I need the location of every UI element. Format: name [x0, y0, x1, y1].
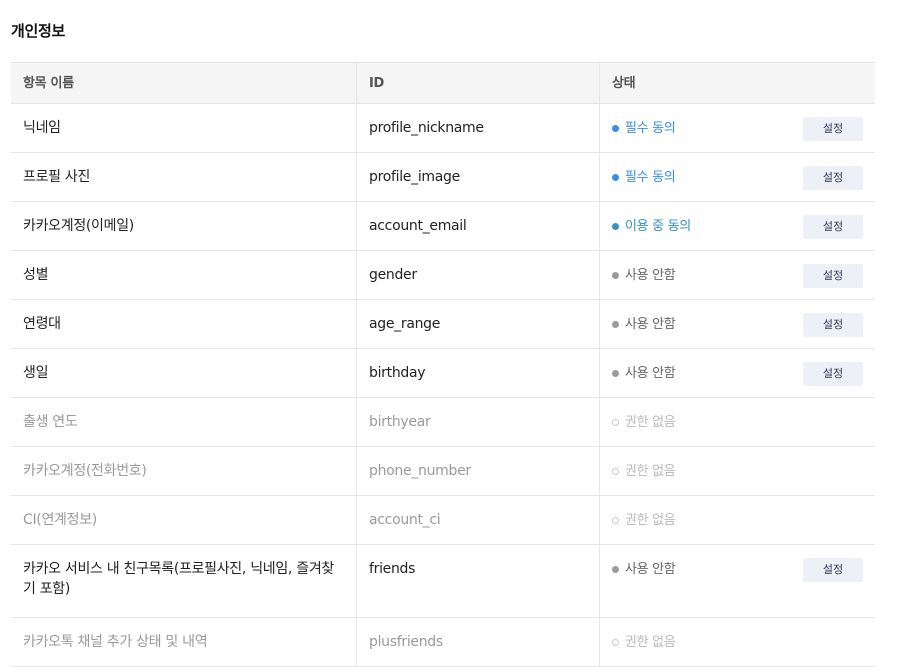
- status-badge: 권한 없음: [612, 462, 676, 482]
- table-row: 카카오계정(전화번호) phone_number 권한 없음: [11, 447, 875, 496]
- table-body: 닉네임 profile_nickname 필수 동의 설정 프로필 사진 profile_…: [11, 104, 875, 667]
- status-dot-icon: [612, 321, 619, 328]
- item-name: 카카오계정(이메일): [11, 202, 357, 250]
- status-dot-icon: [612, 639, 619, 646]
- item-status-cell: 필수 동의 설정: [600, 104, 875, 152]
- item-id: plusfriends: [357, 618, 600, 666]
- item-status-cell: 권한 없음: [600, 447, 875, 495]
- item-id: age_range: [357, 300, 600, 348]
- consent-items-table: 항목 이름 ID 상태 닉네임 profile_nickname 필수 동의 설정 프로…: [11, 62, 875, 667]
- item-id: account_ci: [357, 496, 600, 544]
- status-dot-icon: [612, 419, 619, 426]
- header-item-name: 항목 이름: [11, 63, 357, 103]
- status-dot-icon: [612, 566, 619, 573]
- setting-button[interactable]: 설정: [803, 264, 863, 288]
- item-status-cell: 사용 안함 설정: [600, 545, 875, 617]
- item-status-cell: 필수 동의 설정: [600, 153, 875, 201]
- table-row: 프로필 사진 profile_image 필수 동의 설정: [11, 153, 875, 202]
- status-label: 사용 안함: [625, 316, 676, 332]
- table-row: 카카오 서비스 내 친구목록(프로필사진, 닉네임, 즐겨찾기 포함) frien…: [11, 545, 875, 618]
- item-id: birthyear: [357, 398, 600, 446]
- status-dot-icon: [612, 174, 619, 181]
- item-name: 프로필 사진: [11, 153, 357, 201]
- status-badge: 권한 없음: [612, 511, 676, 531]
- status-label: 권한 없음: [625, 634, 676, 650]
- table-header: 항목 이름 ID 상태: [11, 62, 875, 104]
- setting-button[interactable]: 설정: [803, 362, 863, 386]
- status-label: 이용 중 동의: [625, 218, 691, 234]
- item-name: CI(연계정보): [11, 496, 357, 544]
- item-name: 성별: [11, 251, 357, 299]
- item-status-cell: 이용 중 동의 설정: [600, 202, 875, 250]
- item-id: birthday: [357, 349, 600, 397]
- item-name: 카카오 서비스 내 친구목록(프로필사진, 닉네임, 즐겨찾기 포함): [11, 545, 357, 617]
- table-row: CI(연계정보) account_ci 권한 없음: [11, 496, 875, 545]
- status-label: 사용 안함: [625, 267, 676, 283]
- table-row: 출생 연도 birthyear 권한 없음: [11, 398, 875, 447]
- item-name: 닉네임: [11, 104, 357, 152]
- item-status-cell: 사용 안함 설정: [600, 349, 875, 397]
- status-badge: 권한 없음: [612, 633, 676, 653]
- setting-button[interactable]: 설정: [803, 117, 863, 141]
- table-row: 연령대 age_range 사용 안함 설정: [11, 300, 875, 349]
- status-dot-icon: [612, 272, 619, 279]
- setting-button[interactable]: 설정: [803, 558, 863, 582]
- setting-button[interactable]: 설정: [803, 166, 863, 190]
- status-dot-icon: [612, 468, 619, 475]
- status-badge: 사용 안함: [612, 266, 676, 286]
- item-id: friends: [357, 545, 600, 617]
- status-badge: 사용 안함: [612, 315, 676, 335]
- status-dot-icon: [612, 125, 619, 132]
- item-id: profile_nickname: [357, 104, 600, 152]
- table-row: 닉네임 profile_nickname 필수 동의 설정: [11, 104, 875, 153]
- section-title: 개인정보: [11, 22, 66, 40]
- table-row: 생일 birthday 사용 안함 설정: [11, 349, 875, 398]
- status-label: 권한 없음: [625, 463, 676, 479]
- status-dot-icon: [612, 517, 619, 524]
- status-dot-icon: [612, 223, 619, 230]
- status-dot-icon: [612, 370, 619, 377]
- item-name: 생일: [11, 349, 357, 397]
- setting-button[interactable]: 설정: [803, 313, 863, 337]
- status-label: 필수 동의: [625, 169, 676, 185]
- status-badge: 사용 안함: [612, 560, 676, 580]
- status-badge: 사용 안함: [612, 364, 676, 384]
- item-status-cell: 사용 안함 설정: [600, 251, 875, 299]
- item-status-cell: 권한 없음: [600, 618, 875, 666]
- item-name: 연령대: [11, 300, 357, 348]
- status-badge: 필수 동의: [612, 168, 676, 188]
- header-id: ID: [357, 63, 600, 103]
- status-label: 사용 안함: [625, 365, 676, 381]
- table-row: 성별 gender 사용 안함 설정: [11, 251, 875, 300]
- item-name: 출생 연도: [11, 398, 357, 446]
- item-id: gender: [357, 251, 600, 299]
- status-badge: 필수 동의: [612, 119, 676, 139]
- status-badge: 권한 없음: [612, 413, 676, 433]
- table-row: 카카오계정(이메일) account_email 이용 중 동의 설정: [11, 202, 875, 251]
- status-label: 사용 안함: [625, 561, 676, 577]
- status-label: 권한 없음: [625, 512, 676, 528]
- status-label: 권한 없음: [625, 414, 676, 430]
- setting-button[interactable]: 설정: [803, 215, 863, 239]
- item-name: 카카오계정(전화번호): [11, 447, 357, 495]
- item-name: 카카오톡 채널 추가 상태 및 내역: [11, 618, 357, 666]
- header-status: 상태: [612, 76, 636, 91]
- table-row: 카카오톡 채널 추가 상태 및 내역 plusfriends 권한 없음: [11, 618, 875, 667]
- item-id: phone_number: [357, 447, 600, 495]
- item-id: account_email: [357, 202, 600, 250]
- item-status-cell: 권한 없음: [600, 398, 875, 446]
- item-status-cell: 사용 안함 설정: [600, 300, 875, 348]
- status-badge: 이용 중 동의: [612, 217, 691, 237]
- item-status-cell: 권한 없음: [600, 496, 875, 544]
- status-label: 필수 동의: [625, 120, 676, 136]
- item-id: profile_image: [357, 153, 600, 201]
